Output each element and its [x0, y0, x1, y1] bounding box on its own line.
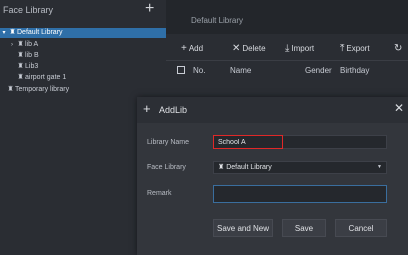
library-icon: ♜ — [17, 52, 24, 59]
sidebar-title: Face Library — [3, 5, 54, 15]
tree-item-airport-gate-1[interactable]: ♜airport gate 1 — [0, 73, 182, 83]
chevron-down-icon: ▼ — [377, 164, 382, 170]
column-header-birthday: Birthday — [340, 66, 370, 75]
face-library-selected: Default Library — [226, 164, 272, 171]
refresh-icon[interactable]: ↻ — [394, 43, 404, 54]
save-and-new-button[interactable]: Save and New — [213, 219, 273, 237]
export-icon: ⤒ — [340, 43, 345, 54]
cancel-button[interactable]: Cancel — [335, 219, 387, 237]
face-library-select[interactable]: ♜ Default Library ▼ — [213, 161, 387, 174]
close-button[interactable]: ✕ — [394, 102, 404, 114]
tree-item-lib-a[interactable]: › ♜lib A — [0, 40, 174, 50]
select-all-checkbox[interactable] — [177, 66, 185, 76]
remark-input[interactable] — [213, 185, 387, 203]
tree-item-default-library[interactable]: ▾ ♜Default Library — [0, 28, 166, 38]
plus-icon: + — [181, 43, 187, 54]
add-library-icon[interactable]: + — [145, 1, 154, 17]
library-icon: ♜ — [17, 74, 24, 81]
dialog-title: AddLib — [159, 105, 188, 115]
tree-item-label: lib B — [25, 52, 39, 59]
sidebar-header: Face Library + — [0, 0, 166, 22]
column-header-gender: Gender — [305, 66, 332, 75]
table-header: No. Name Gender Birthday — [166, 60, 408, 81]
tree-item-label: Default Library — [17, 29, 63, 36]
library-name-input[interactable] — [213, 135, 387, 149]
library-icon: ♜ — [7, 86, 14, 93]
library-icon: ♜ — [218, 164, 227, 171]
save-button[interactable]: Save — [282, 219, 326, 237]
tree-item-label: Temporary library — [15, 86, 70, 93]
column-header-no: No. — [193, 66, 206, 75]
column-header-name: Name — [230, 66, 252, 75]
add-button[interactable]: + Add — [181, 43, 203, 54]
plus-icon: + — [143, 101, 151, 116]
remark-label: Remark — [147, 190, 172, 197]
library-icon: ♜ — [17, 41, 24, 48]
add-library-dialog: + AddLib ✕ Library Name Face Library ♜ D… — [137, 97, 408, 255]
page-title: Default Library — [191, 16, 244, 25]
tree-item-lib3[interactable]: ♜Lib3 — [0, 62, 182, 72]
tree-item-label: Lib3 — [25, 63, 39, 70]
face-library-label: Face Library — [147, 164, 186, 171]
library-icon: ♜ — [9, 29, 16, 36]
library-name-label: Library Name — [147, 139, 190, 146]
dialog-header: + AddLib ✕ — [137, 97, 408, 123]
delete-button[interactable]: ✕ Delete — [232, 43, 266, 54]
collapse-arrow-icon[interactable]: ▾ — [0, 28, 8, 38]
library-icon: ♜ — [17, 63, 24, 70]
expand-arrow-icon[interactable]: › — [8, 40, 16, 50]
import-icon: ⤓ — [285, 43, 290, 54]
tree-item-temporary-library[interactable]: ♜Temporary library — [0, 85, 172, 95]
main-header: Default Library — [166, 0, 408, 34]
tree-item-label: airport gate 1 — [25, 74, 67, 81]
tree-item-label: lib A — [25, 41, 39, 48]
toolbar: + Add ✕ Delete ⤓ Import ⤒ Export ↻ — [166, 34, 408, 60]
import-button[interactable]: ⤓ Import — [285, 43, 314, 54]
tree-item-lib-b[interactable]: ♜lib B — [0, 51, 182, 61]
close-icon: ✕ — [232, 43, 241, 54]
export-button[interactable]: ⤒ Export — [340, 43, 370, 54]
